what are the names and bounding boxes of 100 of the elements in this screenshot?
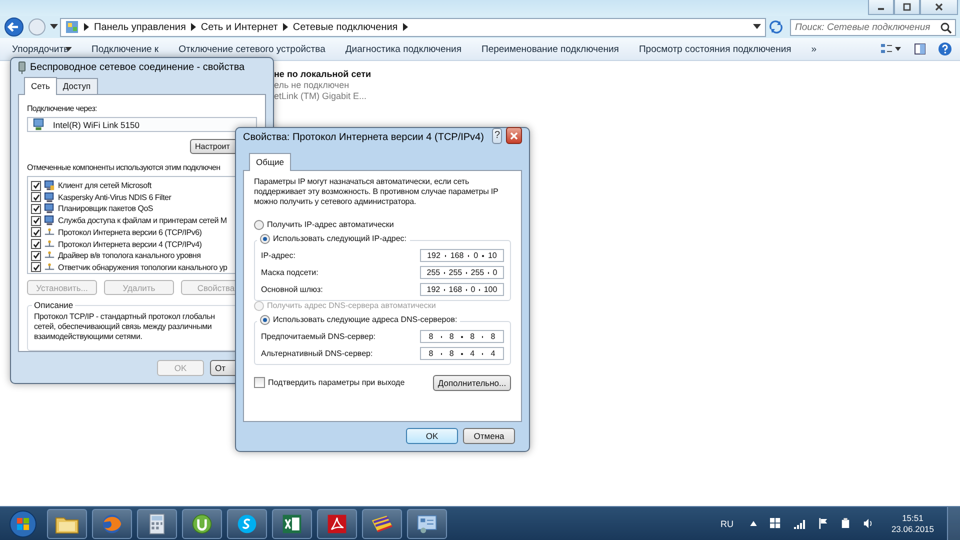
maximize-icon	[902, 3, 912, 11]
address-bar[interactable]: Панель управления Сеть и Интернет Сетевые подключения	[60, 18, 766, 36]
component-name[interactable]: Протокол Интернета версии 4 (TCP/IPv4)	[58, 240, 202, 249]
network-adapter-icon	[18, 60, 26, 74]
help-icon[interactable]	[938, 42, 952, 56]
component-name[interactable]: Ответчик обнаружения топологии канального ур	[58, 262, 228, 272]
computer-icon	[44, 203, 55, 214]
tab[interactable]: Общие	[249, 152, 291, 171]
protocol-icon	[44, 262, 55, 273]
ok-button[interactable]: OK	[406, 428, 458, 444]
cancel-button[interactable]: Отмена	[463, 428, 515, 444]
component-name[interactable]: Служба доступа к файлам и принтерам сетей M	[58, 216, 227, 226]
chevron-icon	[84, 23, 89, 31]
help-button[interactable]: ?	[492, 128, 502, 144]
protocol-icon	[44, 226, 55, 238]
ip-address-field[interactable]: 192 168 0 10	[420, 248, 504, 262]
checkbox[interactable]	[254, 377, 265, 388]
control-panel-icon	[65, 20, 79, 34]
protocol-icon	[44, 238, 55, 250]
connect-via-label: Подключение через:	[27, 104, 97, 113]
tab[interactable]: Сеть	[24, 77, 57, 95]
checkbox[interactable]	[31, 204, 41, 214]
dropdown-icon[interactable]	[753, 24, 761, 30]
search-icon	[940, 22, 952, 34]
ip-address-field[interactable]: 255 255 255 0	[420, 266, 504, 279]
view-options-icon[interactable]	[880, 43, 902, 55]
ip-address-field[interactable]: 8 8 8 8	[420, 330, 504, 343]
adapter-field: Intel(R) WiFi Link 5150	[27, 117, 257, 132]
speaker-icon[interactable]	[863, 518, 874, 529]
checkbox[interactable]	[31, 216, 41, 226]
component-name[interactable]: Протокол Интернета версии 6 (TCP/IPv6)	[58, 228, 202, 237]
close-button[interactable]	[920, 0, 958, 15]
caret-up-icon[interactable]	[750, 521, 758, 526]
search-field[interactable]: Поиск: Сетевые подключения	[790, 18, 956, 36]
checkbox-label[interactable]: Подтвердить параметры при выходе	[268, 378, 405, 388]
network-card-icon	[32, 118, 45, 131]
device-icon[interactable]	[841, 518, 850, 529]
toolbar-button[interactable]: Отключение сетевого устройства	[178, 44, 326, 54]
toolbar-button[interactable]: Диагностика подключения	[345, 44, 462, 54]
back-icon[interactable]	[4, 17, 24, 37]
taskbar-button[interactable]	[362, 508, 402, 538]
checkbox[interactable]	[31, 192, 41, 202]
description-text: Протокол TCP/IP - стандартный протокол глобальн	[34, 312, 216, 322]
advanced-button[interactable]: Дополнительно...	[433, 374, 511, 391]
toolbar-button[interactable]: Переименование подключения	[482, 44, 619, 54]
clock[interactable]: 15:51 23.06.2015	[891, 512, 934, 534]
checkbox[interactable]	[31, 180, 41, 191]
tab[interactable]: Доступ	[56, 78, 98, 94]
component-name[interactable]: Драйвер в/в тополога канального уровня	[58, 251, 201, 260]
taskbar-button[interactable]	[407, 508, 447, 538]
adapter-name: etLink (TM) Gigabit E...	[274, 91, 368, 101]
taskbar-button[interactable]	[227, 508, 267, 538]
toolbar-button[interactable]: Подключение к	[92, 44, 159, 54]
computer-icon	[44, 192, 55, 203]
chevron-icon	[402, 23, 408, 31]
close-icon	[509, 132, 520, 140]
breadcrumb-item[interactable]: Сеть и Интернет	[200, 22, 278, 32]
flag-icon[interactable]	[819, 518, 828, 529]
component-name[interactable]: Клиент для сетей Microsoft	[58, 181, 152, 190]
preview-pane-icon[interactable]	[914, 43, 926, 55]
dropdown-icon[interactable]	[50, 24, 58, 30]
checkbox[interactable]	[31, 262, 41, 272]
connection-name: не по локальной сети	[274, 69, 372, 79]
ip-address-field[interactable]: 8 8 4 4	[420, 346, 504, 360]
taskbar-button[interactable]	[137, 508, 177, 538]
chat-icon	[236, 512, 258, 534]
maximize-button[interactable]	[894, 0, 920, 15]
toolbar-button[interactable]: Упорядочить	[12, 44, 72, 54]
windows-flag-icon[interactable]	[770, 518, 782, 529]
taskbar-button[interactable]	[182, 508, 222, 538]
dialog-title: Свойства: Протокол Интернета версии 4 (TCP/IPv4)	[243, 132, 484, 144]
checkbox[interactable]	[31, 250, 41, 261]
field-label: Предпочитаемый DNS-сервер:	[261, 332, 376, 341]
close-button[interactable]	[506, 127, 522, 144]
show-desktop-button[interactable]	[947, 507, 960, 540]
toolbar-button[interactable]: Просмотр состояния подключения	[638, 44, 792, 54]
language-indicator[interactable]: RU	[720, 518, 734, 528]
radio-button[interactable]	[254, 220, 264, 230]
signal-icon[interactable]	[794, 518, 806, 528]
component-name[interactable]: Kaspersky Anti-Virus NDIS 6 Filter	[58, 192, 172, 202]
torrent-icon	[191, 512, 213, 534]
breadcrumb-item[interactable]: Сетевые подключения	[292, 22, 398, 32]
more-button[interactable]: »	[811, 44, 817, 54]
ip-address-field[interactable]: 192 168 0 100	[420, 282, 504, 296]
refresh-icon[interactable]	[768, 20, 784, 34]
taskbar-button[interactable]	[272, 508, 312, 538]
taskbar-button[interactable]	[47, 508, 87, 538]
radio-button[interactable]	[260, 314, 270, 325]
radio-label[interactable]: Получить IP-адрес автоматически	[267, 220, 394, 230]
breadcrumb-item[interactable]: Панель управления	[94, 22, 186, 32]
checkbox[interactable]	[31, 227, 41, 238]
minimize-button[interactable]	[868, 0, 894, 15]
component-name[interactable]: Планировщик пакетов QoS	[58, 204, 153, 214]
intro-text: Параметры IP могут назначаться автоматически, если сеть поддерживает эту возможность. В противном случае параметры IP можно получить у сетевого администратора.	[254, 176, 499, 207]
field-label: Основной шлюз:	[261, 284, 323, 294]
group-title: Описание	[32, 300, 76, 310]
radio-button[interactable]	[260, 234, 270, 244]
checkbox[interactable]	[31, 239, 41, 250]
taskbar-button[interactable]	[317, 508, 357, 538]
dialog-title: Беспроводное сетевое соединение - свойства	[30, 62, 245, 72]
